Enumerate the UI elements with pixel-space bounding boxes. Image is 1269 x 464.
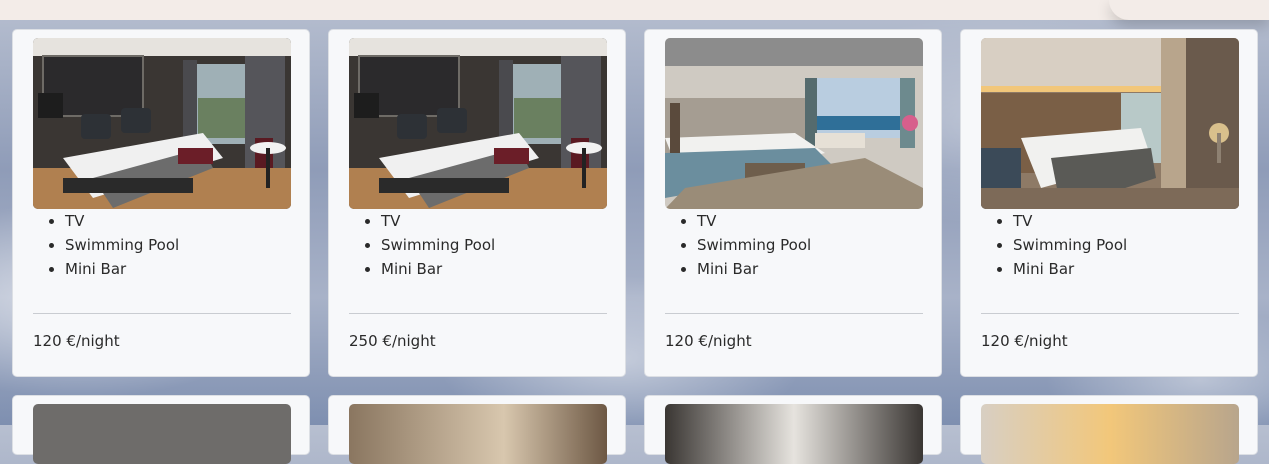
amenities-list: TV Swimming Pool Mini Bar	[33, 209, 179, 281]
top-bar-shadow	[1109, 0, 1269, 20]
room-photo[interactable]	[33, 404, 291, 464]
room-price: 120 €/night	[665, 332, 752, 350]
amenity-item: Swimming Pool	[697, 233, 811, 257]
amenity-item: Mini Bar	[381, 257, 495, 281]
room-photo[interactable]	[349, 404, 607, 464]
twin-room-photo-icon	[349, 38, 607, 209]
room-photo[interactable]	[665, 38, 923, 209]
warm-twin-room-photo-icon	[981, 38, 1239, 209]
amenity-item: Swimming Pool	[381, 233, 495, 257]
amenities-list: TV Swimming Pool Mini Bar	[981, 209, 1127, 281]
amenity-item: Mini Bar	[1013, 257, 1127, 281]
amenity-item: TV	[65, 209, 179, 233]
room-card[interactable]: TV Swimming Pool Mini Bar 120 €/night	[12, 29, 310, 377]
room-price: 120 €/night	[981, 332, 1068, 350]
sea-view-suite-photo-icon	[665, 38, 923, 209]
amenity-item: Swimming Pool	[1013, 233, 1127, 257]
amenity-item: Mini Bar	[65, 257, 179, 281]
room-card[interactable]: TV Swimming Pool Mini Bar 120 €/night	[960, 29, 1258, 377]
amenities-list: TV Swimming Pool Mini Bar	[665, 209, 811, 281]
amenity-item: Swimming Pool	[65, 233, 179, 257]
room-card[interactable]: TV Swimming Pool Mini Bar 250 €/night	[328, 29, 626, 377]
room-photo[interactable]	[33, 38, 291, 209]
amenity-item: Mini Bar	[697, 257, 811, 281]
divider	[349, 313, 607, 314]
room-price: 250 €/night	[349, 332, 436, 350]
divider	[665, 313, 923, 314]
amenity-item: TV	[697, 209, 811, 233]
divider	[33, 313, 291, 314]
room-card[interactable]	[12, 395, 310, 464]
room-photo[interactable]	[665, 404, 923, 464]
room-photo[interactable]	[981, 38, 1239, 209]
divider	[981, 313, 1239, 314]
room-card[interactable]	[644, 395, 942, 464]
amenities-list: TV Swimming Pool Mini Bar	[349, 209, 495, 281]
room-card[interactable]: TV Swimming Pool Mini Bar 120 €/night	[644, 29, 942, 377]
room-card[interactable]	[328, 395, 626, 464]
room-photo[interactable]	[981, 404, 1239, 464]
room-photo[interactable]	[349, 38, 607, 209]
amenity-item: TV	[1013, 209, 1127, 233]
twin-room-photo-icon	[33, 38, 291, 209]
amenity-item: TV	[381, 209, 495, 233]
room-card[interactable]	[960, 395, 1258, 464]
top-bar	[0, 0, 1269, 20]
room-price: 120 €/night	[33, 332, 120, 350]
